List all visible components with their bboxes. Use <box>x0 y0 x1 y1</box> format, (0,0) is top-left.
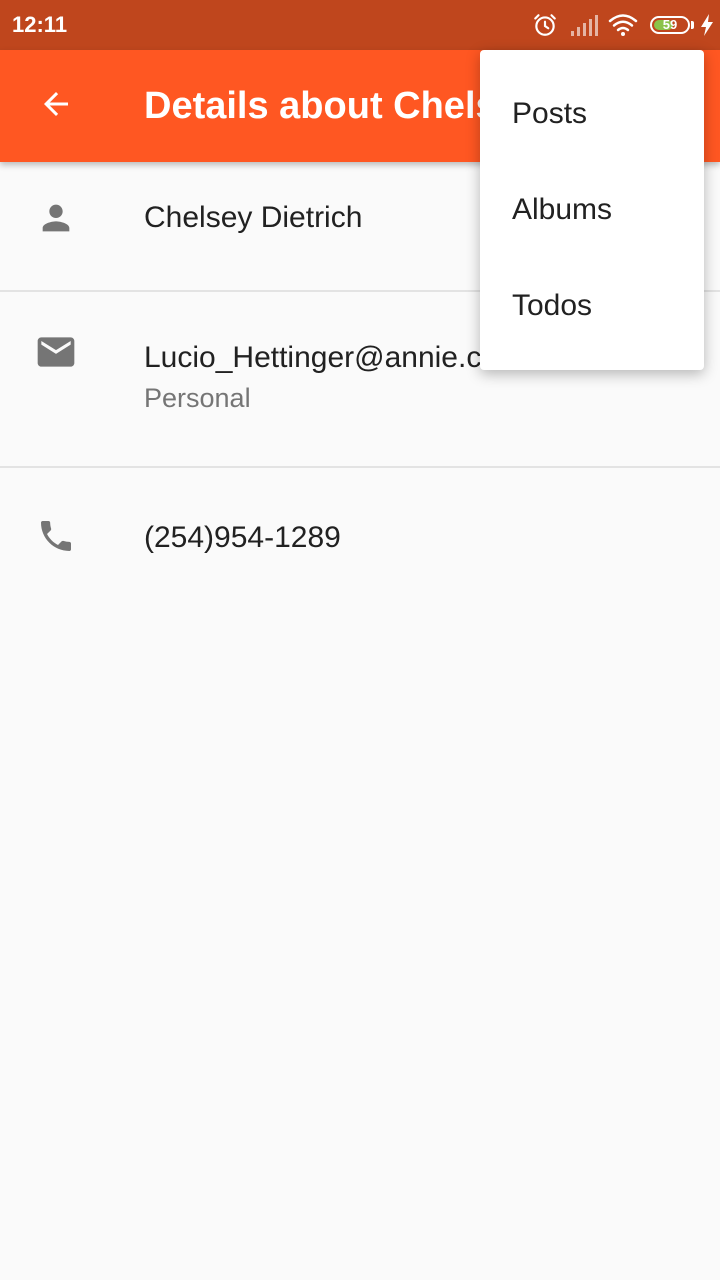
wifi-icon <box>608 13 638 37</box>
menu-item-albums[interactable]: Albums <box>480 162 704 258</box>
email-icon <box>34 330 78 374</box>
battery-level-text: 59 <box>662 17 678 32</box>
signal-icon <box>570 13 598 37</box>
status-icons: 59 <box>532 10 714 40</box>
overflow-menu: Posts Albums Todos <box>480 50 704 370</box>
menu-item-posts[interactable]: Posts <box>480 66 704 162</box>
alarm-icon <box>532 12 558 38</box>
battery-icon: 59 <box>650 16 694 34</box>
phone-icon <box>34 514 78 558</box>
status-time: 12:11 <box>12 12 68 37</box>
status-bar: 12:11 59 <box>0 0 720 50</box>
contact-name: Chelsey Dietrich <box>144 201 363 234</box>
contact-email: Lucio_Hettinger@annie.ca <box>144 341 499 374</box>
back-button[interactable] <box>28 78 84 134</box>
arrow-back-icon <box>38 86 74 127</box>
charging-icon <box>700 14 714 36</box>
email-type-label: Personal <box>144 383 251 413</box>
person-icon <box>34 196 78 240</box>
menu-item-todos[interactable]: Todos <box>480 258 704 354</box>
contact-phone: (254)954-1289 <box>144 521 341 554</box>
list-item-phone[interactable]: (254)954-1289 <box>0 468 720 618</box>
